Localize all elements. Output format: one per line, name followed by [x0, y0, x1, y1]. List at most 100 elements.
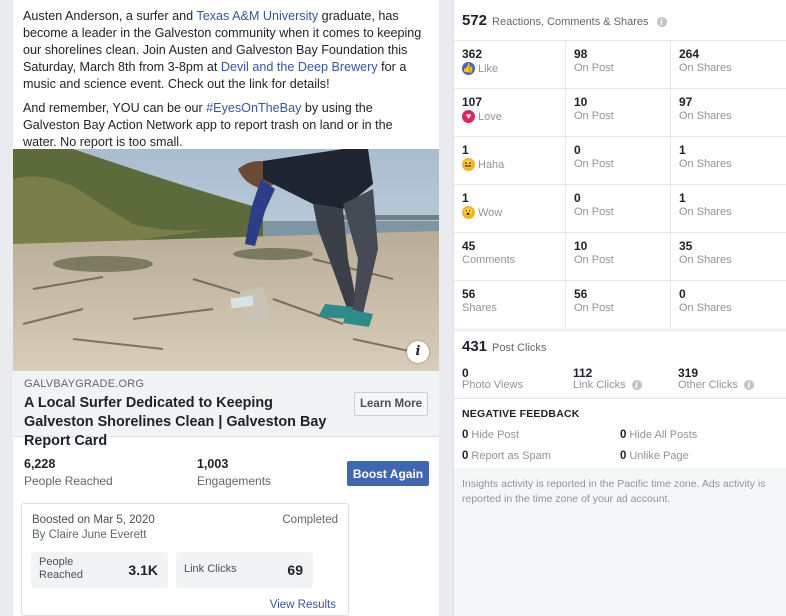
- reactions-total-label: Reactions, Comments & Shares: [492, 16, 649, 28]
- reactions-total-value: 572: [462, 12, 488, 29]
- reaction-cell: 56 On Post: [565, 281, 670, 329]
- reaction-label: 😆 Haha: [462, 158, 504, 171]
- brewery-link[interactable]: Devil and the Deep Brewery: [221, 60, 378, 74]
- texas-am-link[interactable]: Texas A&M University: [196, 9, 318, 23]
- link-title[interactable]: A Local Surfer Dedicated to Keeping Galv…: [24, 394, 344, 451]
- reaction-label-text: Wow: [478, 206, 503, 219]
- reaction-label-text: On Shares: [679, 110, 732, 122]
- reaction-label: On Post: [574, 110, 614, 122]
- reaction-cell: 1 😆 Haha: [454, 137, 565, 185]
- boosted-by: By Claire June Everett: [32, 529, 147, 541]
- hashtag-link[interactable]: #EyesOnTheBay: [206, 101, 301, 115]
- reaction-label: On Shares: [679, 110, 732, 122]
- reaction-value: 45: [462, 239, 476, 253]
- reaction-label-text: On Post: [574, 254, 614, 266]
- boost-link-clicks-value: 69: [287, 562, 303, 578]
- info-icon[interactable]: i: [656, 17, 667, 27]
- reaction-value: 35: [679, 239, 693, 253]
- reaction-label: ♥ Love: [462, 110, 502, 123]
- post-clicks-label: Post Clicks: [492, 342, 547, 354]
- reaction-row: 45 Comments 10 On Post 35 On Shares: [454, 232, 786, 281]
- reaction-label-text: On Post: [574, 302, 614, 314]
- info-icon[interactable]: i: [407, 341, 429, 363]
- post-photo[interactable]: i: [13, 149, 439, 371]
- reaction-label: Shares: [462, 302, 497, 314]
- reaction-cell: 0 On Post: [565, 137, 670, 185]
- reaction-cell: 35 On Shares: [670, 233, 786, 281]
- insights-panel: 572 Reactions, Comments & Shares i 362 👍 L…: [453, 0, 786, 616]
- post-paragraph-1: Austen Anderson, a surfer and Texas A&M …: [23, 8, 429, 93]
- view-results-link[interactable]: View Results: [270, 599, 336, 611]
- reaction-cell: 10 On Post: [565, 89, 670, 137]
- other-clicks-label: Other Clicks i: [678, 379, 754, 391]
- reaction-label: On Shares: [679, 206, 732, 218]
- reaction-row: 1 😮 Wow 0 On Post 1 On Shares: [454, 184, 786, 233]
- reaction-cell: 45 Comments: [454, 233, 565, 281]
- wow-icon: 😮: [462, 206, 475, 219]
- reaction-cell: 0 On Shares: [670, 281, 786, 329]
- negative-feedback-title: NEGATIVE FEEDBACK: [462, 408, 580, 420]
- reaction-label: On Post: [574, 158, 614, 170]
- reaction-cell: 98 On Post: [565, 41, 670, 89]
- boost-again-button[interactable]: Boost Again: [347, 461, 429, 486]
- reaction-value: 56: [574, 287, 588, 301]
- reaction-value: 0: [679, 287, 686, 301]
- reaction-cell: 0 On Post: [565, 185, 670, 233]
- post-clicks-section: 431 Post Clicks 0 Photo Views 112 Link C…: [454, 330, 786, 396]
- reaction-label-text: Shares: [462, 302, 497, 314]
- panel-divider: [440, 0, 453, 616]
- boost-link-clicks-label: Link Clicks: [184, 563, 237, 575]
- reaction-label-text: On Post: [574, 62, 614, 74]
- reaction-label: On Shares: [679, 302, 732, 314]
- boost-people-reached-label: People Reached: [39, 556, 84, 581]
- photo-views-value: 0: [462, 366, 469, 380]
- learn-more-button[interactable]: Learn More: [354, 392, 428, 416]
- info-icon[interactable]: i: [631, 380, 642, 390]
- reaction-value: 98: [574, 47, 588, 61]
- reaction-value: 1: [462, 143, 469, 157]
- reaction-label: On Post: [574, 254, 614, 266]
- boost-link-clicks: Link Clicks 69: [176, 552, 313, 588]
- reaction-label: 👍 Like: [462, 62, 498, 75]
- engagements-value: 1,003: [197, 457, 229, 471]
- reaction-label: On Shares: [679, 62, 732, 74]
- reaction-cell: 1 😮 Wow: [454, 185, 565, 233]
- reaction-label-text: On Post: [574, 110, 614, 122]
- reaction-cell: 1 On Shares: [670, 185, 786, 233]
- reaction-value: 1: [679, 143, 686, 157]
- reaction-value: 0: [574, 143, 581, 157]
- reaction-label: Comments: [462, 254, 515, 266]
- post-clicks-value: 431: [462, 338, 488, 355]
- info-icon[interactable]: i: [743, 380, 754, 390]
- reaction-label-text: Comments: [462, 254, 516, 266]
- reaction-cell: 107 ♥ Love: [454, 89, 565, 137]
- left-panel: Austen Anderson, a surfer and Texas A&M …: [0, 0, 453, 616]
- post-text: Austen Anderson, a surfer and Texas A&M …: [13, 0, 439, 151]
- reaction-label-text: On Shares: [679, 302, 732, 314]
- reaction-row: 362 👍 Like 98 On Post 264 On Shares: [454, 40, 786, 89]
- reaction-label-text: Love: [478, 110, 502, 123]
- reaction-label-text: On Shares: [679, 158, 732, 170]
- people-reached-label: People Reached: [24, 474, 113, 488]
- timezone-note: Insights activity is reported in the Pac…: [462, 478, 766, 505]
- reaction-row: 107 ♥ Love 10 On Post 97 On Shares: [454, 88, 786, 137]
- negative-feedback-section: NEGATIVE FEEDBACK 0 Hide Post 0 Hide All P…: [454, 398, 786, 468]
- report-as-spam: 0 Report as Spam: [462, 450, 551, 462]
- reaction-label-text: Haha: [478, 158, 505, 171]
- link-clicks-value: 112: [573, 366, 593, 380]
- reaction-label: On Post: [574, 206, 614, 218]
- reaction-label: 😮 Wow: [462, 206, 502, 219]
- people-reached-value: 6,228: [24, 457, 56, 471]
- link-preview[interactable]: GALVBAYGRADE.ORG A Local Surfer Dedicate…: [13, 371, 439, 449]
- reaction-row: 1 😆 Haha 0 On Post 1 On Shares: [454, 136, 786, 185]
- reaction-value: 10: [574, 95, 588, 109]
- reaction-label-text: On Post: [574, 206, 614, 218]
- reaction-value: 1: [462, 191, 469, 205]
- reactions-total: 572 Reactions, Comments & Shares i: [454, 0, 786, 40]
- reaction-row: 56 Shares 56 On Post 0 On Shares: [454, 280, 786, 329]
- reaction-cell: 1 On Shares: [670, 137, 786, 185]
- reaction-label-text: On Shares: [679, 206, 732, 218]
- hide-post: 0 Hide Post: [462, 429, 520, 441]
- reaction-label: On Shares: [679, 158, 732, 170]
- reaction-label: On Shares: [679, 254, 732, 266]
